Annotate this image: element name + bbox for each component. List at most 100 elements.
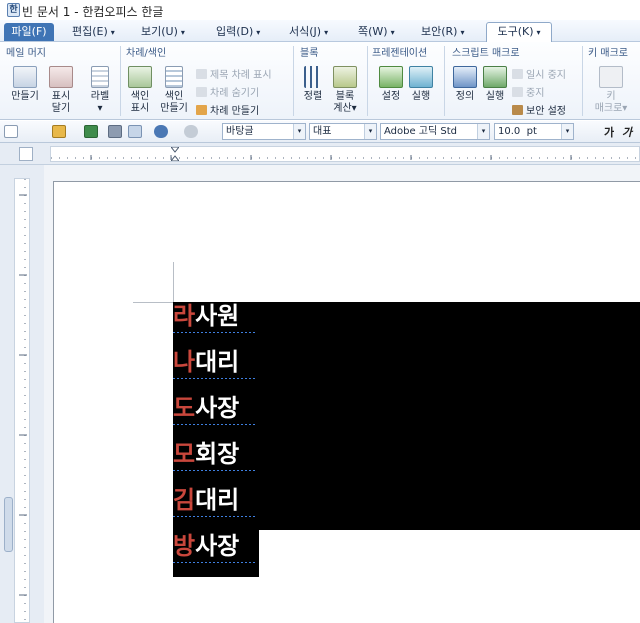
macro-run-button[interactable]: 실행 (480, 66, 510, 103)
group-separator (582, 46, 583, 116)
menu-bar: 파일(F) 편집(E) ▾ 보기(U) ▾ 입력(D) ▾ 서식(J) ▾ 쪽(W) ▾ … (0, 20, 640, 43)
block-calc-icon (333, 66, 357, 88)
mail-merge-show-label1: 표시 (51, 91, 71, 102)
name-line[interactable]: 도사장 (173, 394, 257, 440)
presentation-run-label: 실행 (411, 91, 431, 102)
presentation-setup-button[interactable]: 설정 (376, 66, 406, 103)
menu-page[interactable]: 쪽(W) ▾ (358, 23, 395, 41)
spellcheck-underline (173, 516, 257, 517)
chevron-down-icon: ▾ (110, 28, 115, 37)
presentation-run-button[interactable]: 실행 (406, 66, 436, 103)
menu-security[interactable]: 보안(R) ▾ (421, 23, 464, 41)
ruler-corner-button[interactable] (19, 147, 33, 161)
representative-combo[interactable]: 대표 ▾ (309, 123, 377, 140)
menu-view[interactable]: 보기(U) ▾ (141, 23, 185, 41)
font-size-combo[interactable]: 10.0 pt ▾ (494, 123, 574, 140)
index-create-button[interactable]: 색인 만들기 (156, 66, 192, 115)
toc-hide-icon (196, 87, 207, 97)
menu-tools[interactable]: 도구(K) ▾ (486, 22, 552, 43)
menu-file-label: 파일(F) (11, 25, 47, 38)
side-panel-tab[interactable] (4, 497, 13, 552)
name-line[interactable]: 라사원 (173, 302, 257, 348)
index-mark-button[interactable]: 색인 표시 (124, 66, 156, 115)
key-macro-button[interactable]: 키 매크로▾ (588, 66, 634, 115)
selection-black-band (259, 302, 640, 530)
spellcheck-underline (173, 562, 257, 563)
vertical-ruler-ticks (19, 179, 27, 622)
spellcheck-underline (173, 470, 257, 471)
label-button-label: 라벨 (90, 91, 110, 102)
toc-create-icon (196, 105, 207, 115)
group-separator (444, 46, 445, 116)
job-title-text: 사원 (195, 302, 240, 330)
chevron-down-icon: ▾ (324, 28, 329, 37)
index-create-label2: 만들기 (160, 103, 188, 114)
name-line[interactable]: 방사장 (173, 532, 257, 578)
block-calc-label1: 블록 (335, 91, 355, 102)
block-calc-button[interactable]: 블록 계산▾ (328, 66, 362, 115)
toc-create-button[interactable]: 차례 만들기 (196, 102, 259, 117)
macro-pause-button[interactable]: 일시 중지 (512, 66, 566, 81)
indent-marker-icon[interactable] (171, 147, 179, 161)
macro-pause-label: 일시 중지 (526, 70, 566, 81)
job-title-text: 대리 (195, 486, 240, 514)
font-combo[interactable]: Adobe 고딕 Std ▾ (380, 123, 490, 140)
chevron-down-icon: ▾ (536, 28, 541, 37)
toc-title-show-button[interactable]: 제목 차례 표시 (196, 66, 272, 81)
group-title-presentation: 프레젠테이션 (372, 48, 428, 59)
sort-button[interactable]: 정렬 (298, 66, 328, 103)
name-line[interactable]: 나대리 (173, 348, 257, 394)
style-combo[interactable]: 바탕글 ▾ (222, 123, 306, 140)
undo-icon[interactable] (154, 125, 168, 138)
save-icon[interactable] (84, 125, 98, 138)
label-button[interactable]: 라벨 ▾ (84, 66, 116, 115)
name-line[interactable]: 모회장 (173, 440, 257, 486)
index-create-icon (165, 66, 183, 88)
macro-define-button[interactable]: 정의 (450, 66, 480, 103)
macro-stop-button[interactable]: 중지 (512, 84, 544, 99)
menu-edit[interactable]: 편집(E) ▾ (72, 23, 115, 41)
new-document-icon[interactable] (4, 125, 18, 138)
mail-merge-create-button[interactable]: 만들기 (6, 66, 44, 103)
menu-format[interactable]: 서식(J) ▾ (289, 23, 328, 41)
chevron-down-icon: ▾ (97, 103, 103, 114)
macro-run-label: 실행 (485, 91, 505, 102)
mail-merge-show-icon (49, 66, 73, 88)
print-icon[interactable] (108, 125, 122, 138)
spellcheck-underline (173, 332, 257, 333)
label-icon (91, 66, 109, 88)
stop-icon (512, 87, 523, 97)
menu-file[interactable]: 파일(F) (4, 23, 54, 41)
group-title-mail-merge: 메일 머지 (6, 48, 46, 59)
toc-hide-button[interactable]: 차례 숨기기 (196, 84, 259, 99)
italic-button[interactable]: 가 (622, 124, 632, 140)
mail-merge-show-button[interactable]: 표시 달기 (46, 66, 76, 115)
spellcheck-underline (173, 378, 257, 379)
hwp-app-icon[interactable]: 한 (7, 3, 20, 17)
chevron-down-icon: ▾ (256, 28, 261, 37)
horizontal-ruler[interactable] (50, 146, 640, 162)
name-list-block[interactable]: 라사원 나대리 도사장 모회장 김대리 방사장 (173, 302, 259, 577)
vertical-ruler[interactable] (14, 178, 30, 623)
bold-button[interactable]: 가 (604, 124, 614, 140)
surname-text: 도 (173, 394, 196, 422)
chevron-down-icon: ▾ (180, 28, 185, 37)
menu-insert[interactable]: 입력(D) ▾ (216, 23, 260, 41)
font-combo-value: Adobe 고딕 Std (384, 126, 458, 137)
open-folder-icon[interactable] (52, 125, 66, 138)
group-separator (367, 46, 368, 116)
name-line[interactable]: 김대리 (173, 486, 257, 532)
chevron-down-icon: ▾ (364, 124, 376, 139)
key-macro-icon (599, 66, 623, 88)
macro-security-button[interactable]: 보안 설정 (512, 102, 566, 117)
chevron-down-icon: ▾ (460, 28, 465, 37)
job-title-text: 대리 (195, 348, 240, 376)
toc-title-icon (196, 69, 207, 79)
redo-icon[interactable] (184, 125, 198, 138)
margin-guide-horizontal (133, 302, 173, 303)
menu-tools-label: 도구(K) (497, 25, 534, 38)
print-preview-icon[interactable] (128, 125, 142, 138)
pause-icon (512, 69, 523, 79)
mail-merge-show-label2: 달기 (51, 103, 71, 114)
ruler-ticks (51, 155, 639, 160)
